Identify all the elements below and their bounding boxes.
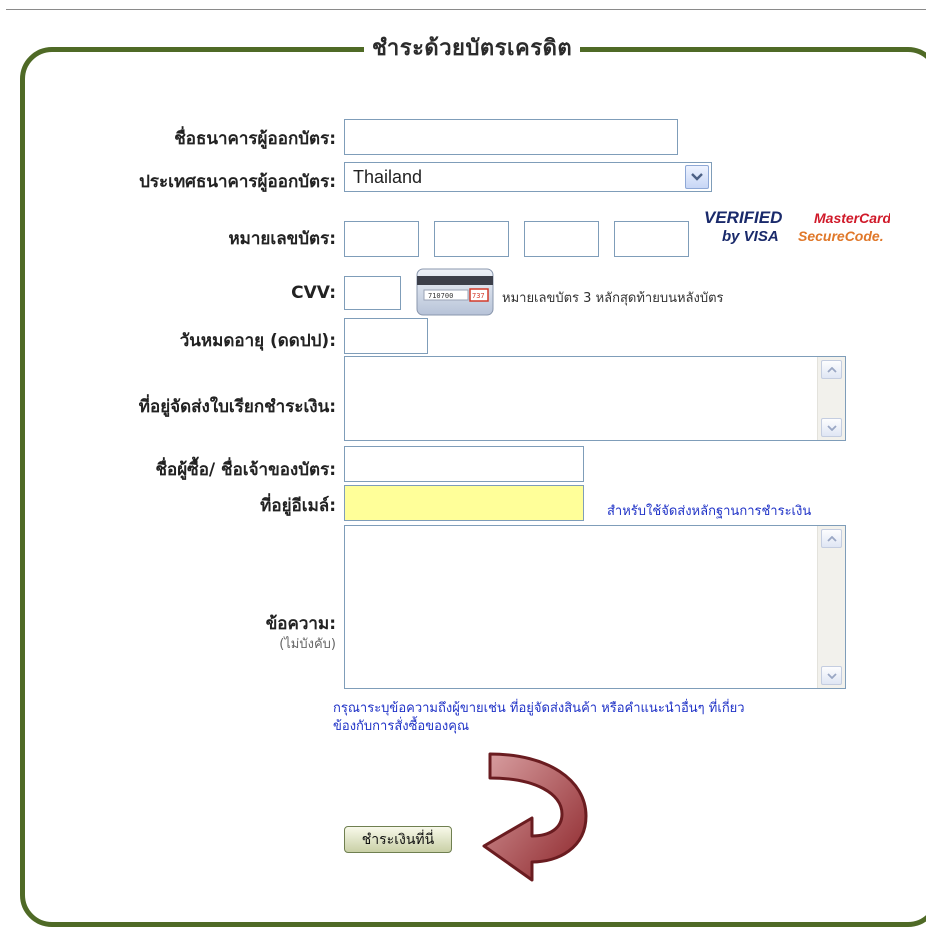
card-number-part-1[interactable] xyxy=(344,221,419,257)
form-title: ชำระด้วยบัตรเครดิต xyxy=(364,30,581,65)
cvv-label: CVV: xyxy=(291,283,336,303)
top-divider xyxy=(6,9,926,10)
card-number-part-3[interactable] xyxy=(524,221,599,257)
mastercard-line2: SecureCode. xyxy=(798,228,884,244)
dropdown-arrow-icon[interactable] xyxy=(685,165,709,189)
scroll-up-icon[interactable] xyxy=(821,529,842,548)
secure-payment-logos: VERIFIED by VISA MasterCard. SecureCode. xyxy=(704,208,890,245)
card-sample-number: 710700 xyxy=(428,292,453,300)
message-note-line2: ข้องกับการสั่งซื้อของคุณ xyxy=(333,719,470,734)
bank-country-label: ประเทศธนาคารผู้ออกบัตร: xyxy=(139,172,336,192)
expiry-input[interactable] xyxy=(344,318,428,354)
bank-name-label: ชื่อธนาคารผู้ออกบัตร: xyxy=(174,129,336,149)
card-holder-label: ชื่อผู้ซื้อ/ ชื่อเจ้าของบัตร: xyxy=(155,460,336,480)
email-input[interactable] xyxy=(344,485,584,521)
message-textarea[interactable] xyxy=(344,525,846,689)
mastercard-line1: MasterCard. xyxy=(814,210,890,226)
card-sample-cvv: 737 xyxy=(472,292,485,300)
message-scrollbar[interactable] xyxy=(817,526,845,688)
email-note: สำหรับใช้จัดส่งหลักฐานการชำระเงิน xyxy=(607,504,812,519)
card-holder-input[interactable] xyxy=(344,446,584,482)
card-number-part-4[interactable] xyxy=(614,221,689,257)
scroll-down-icon[interactable] xyxy=(821,666,842,685)
billing-address-textarea[interactable] xyxy=(344,356,846,441)
scroll-up-icon[interactable] xyxy=(821,360,842,379)
expiry-label: วันหมดอายุ (ดดปป): xyxy=(179,331,336,351)
scroll-down-icon[interactable] xyxy=(821,418,842,437)
cvv-hint: หมายเลขบัตร 3 หลักสุดท้ายบนหลังบัตร xyxy=(502,291,724,306)
bank-country-select[interactable]: Thailand xyxy=(344,162,712,192)
bank-name-input[interactable] xyxy=(344,119,678,155)
billing-address-scrollbar[interactable] xyxy=(817,357,845,440)
pay-here-button[interactable]: ชำระเงินที่นี่ xyxy=(344,826,452,853)
verified-by-visa-line1: VERIFIED xyxy=(704,208,782,227)
cvv-card-icon: 710700 737 xyxy=(416,268,494,316)
email-label: ที่อยู่อีเมล์: xyxy=(260,496,336,516)
card-number-label: หมายเลขบัตร: xyxy=(228,229,336,249)
message-optional-label: (ไม่บังคับ) xyxy=(279,637,336,652)
billing-address-label: ที่อยู่จัดส่งใบเรียกชำระเงิน: xyxy=(138,397,336,417)
pay-here-label: ชำระเงินที่นี่ xyxy=(361,831,435,848)
curved-arrow-icon xyxy=(482,752,588,882)
verified-by-visa-line2: by VISA xyxy=(722,228,779,245)
cvv-input[interactable] xyxy=(344,276,401,310)
card-number-part-2[interactable] xyxy=(434,221,509,257)
bank-country-value: Thailand xyxy=(353,167,423,187)
